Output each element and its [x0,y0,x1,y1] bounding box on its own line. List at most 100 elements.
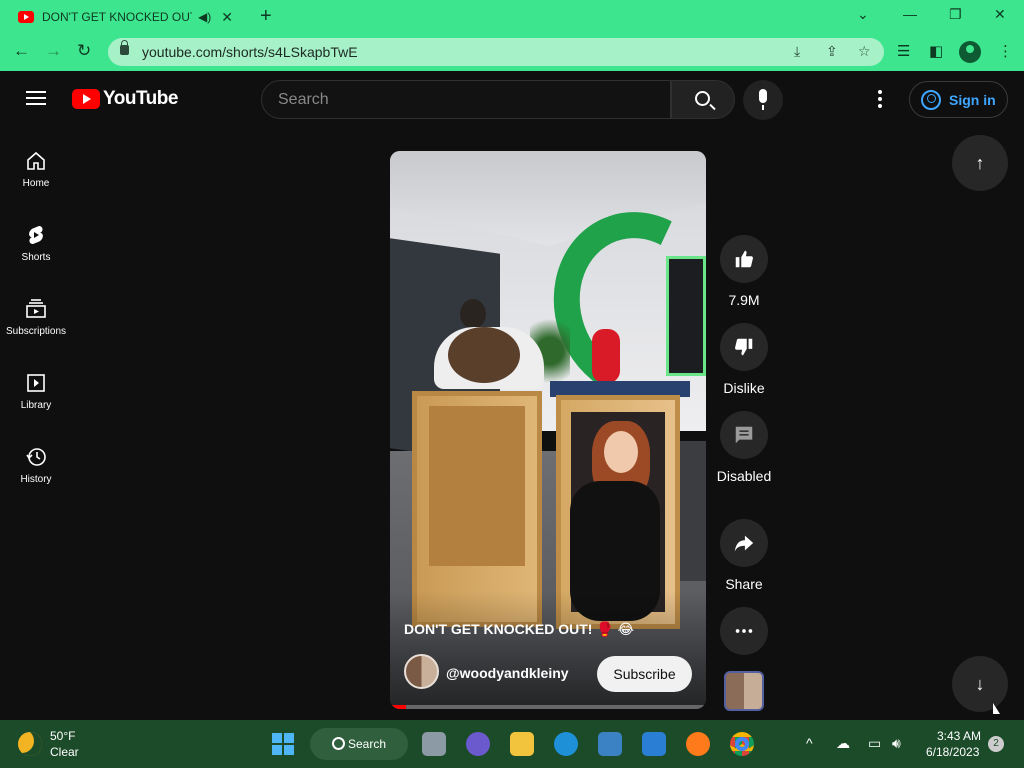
search-button[interactable] [671,80,735,119]
browser-tabstrip: DON'T GET KNOCKED OUT! ◀) ✕ + ⌄ — ❐ ✕ [0,0,1024,34]
dislike-button[interactable]: Dislike [720,323,768,398]
new-tab-icon[interactable]: + [260,5,272,28]
clock-date[interactable]: 6/18/2023 [926,745,979,759]
share-arrow-icon [720,519,768,567]
media-control-icon[interactable]: ☰ [897,42,910,60]
comments-label: Disabled [716,468,772,484]
sidebar-item-home[interactable]: Home [0,149,72,223]
network-icon[interactable]: ▭ [868,735,881,752]
search-input[interactable]: Search [261,80,671,119]
teams-chat-icon[interactable] [466,732,490,756]
shorts-icon [29,226,43,244]
arrow-down-icon: ↓ [975,674,985,694]
mail-icon[interactable] [642,732,666,756]
boxing-glove [592,329,620,383]
side-panel-icon[interactable]: ◧ [929,42,943,60]
hamburger-menu-icon[interactable] [26,91,46,105]
sign-in-label: Sign in [949,91,996,108]
speaker-icon[interactable]: ◀) [198,10,211,24]
video-frame [604,431,638,473]
url-text[interactable]: youtube.com/shorts/s4LSkapbTwE [142,44,358,60]
sidebar-item-history[interactable]: History [0,445,72,519]
address-bar[interactable]: youtube.com/shorts/s4LSkapbTwE ⤓ ⇪ ☆ [108,38,884,66]
youtube-favicon-icon [18,11,34,23]
short-video-player[interactable]: DON'T GET KNOCKED OUT! 🥊 😂 @woodyandklei… [390,151,706,709]
short-title[interactable]: DON'T GET KNOCKED OUT! 🥊 😂 [404,621,634,638]
sidebar-item-subscriptions[interactable]: Subscriptions [0,297,72,371]
share-label: Share [725,576,763,592]
edge-browser-icon[interactable] [554,732,578,756]
taskbar-search-button[interactable]: Search [310,728,408,760]
bookmark-star-icon[interactable]: ☆ [858,43,871,60]
thumbs-down-icon [720,323,768,371]
sound-source-thumbnail[interactable] [724,671,764,711]
moon-weather-icon[interactable] [18,732,42,756]
subscribe-button[interactable]: Subscribe [597,656,692,692]
logo-text: YouTube [103,88,178,109]
arrow-up-icon: ↑ [975,153,985,173]
tab-title: DON'T GET KNOCKED OUT! [42,10,192,24]
progress-fill [390,705,406,709]
firefox-icon[interactable] [686,732,710,756]
settings-menu-icon[interactable] [878,90,882,111]
file-explorer-icon[interactable] [510,732,534,756]
search-placeholder: Search [278,91,329,108]
lock-icon [120,40,129,55]
install-app-icon[interactable]: ⤓ [794,43,800,60]
reload-icon[interactable]: ↻ [77,41,91,61]
close-window-icon[interactable]: ✕ [994,6,1006,23]
weather-temperature[interactable]: 50°F [50,729,75,743]
search-icon [695,91,710,106]
restore-icon[interactable]: ❐ [949,6,962,23]
dislike-label: Dislike [723,380,765,396]
sidebar-item-shorts[interactable]: Shorts [0,223,72,297]
video-frame [460,299,486,329]
sidebar-label: History [20,474,52,485]
chrome-menu-icon[interactable]: ⋮ [998,42,1013,60]
youtube-logo[interactable]: YouTube [72,88,178,110]
volume-icon[interactable]: 🔊︎ [892,735,901,752]
tab-close-icon[interactable]: ✕ [221,9,233,26]
forward-icon[interactable]: → [45,41,62,61]
account-circle-icon [921,89,941,110]
library-icon [27,374,45,392]
back-icon[interactable]: ← [13,41,30,61]
chrome-icon[interactable] [730,732,754,756]
show-hidden-icons-chevron-icon[interactable]: ^ [806,735,813,751]
windows-taskbar: 50°F Clear Search ^ ☁ ▭ 🔊︎ 3:43 AM 6/18/… [0,720,1024,768]
task-view-icon[interactable] [422,732,446,756]
more-actions-button[interactable] [720,607,768,655]
onedrive-offline-icon[interactable]: ☁ [836,735,850,752]
browser-tab[interactable]: DON'T GET KNOCKED OUT! ◀) ✕ [8,0,248,34]
weather-condition[interactable]: Clear [50,745,79,759]
subscriptions-icon [26,299,46,318]
home-icon [27,151,45,170]
comments-button[interactable]: Disabled [717,411,771,486]
video-progress-bar[interactable] [390,705,706,709]
youtube-page: YouTube Search Sign in Home Shorts Subsc… [0,71,1024,720]
mouse-cursor [993,703,1000,714]
voice-search-button[interactable] [743,80,783,120]
notification-badge[interactable]: 2 [988,736,1004,752]
microsoft-store-icon[interactable] [598,732,622,756]
share-button[interactable]: Share [720,519,768,594]
youtube-play-logo-icon [72,89,100,109]
profile-avatar-icon[interactable] [959,41,981,63]
channel-avatar[interactable] [404,654,439,689]
windows-start-icon[interactable] [272,733,294,755]
minimize-icon[interactable]: — [903,6,917,22]
browser-toolbar: ← → ↻ youtube.com/shorts/s4LSkapbTwE ⤓ ⇪… [0,34,1024,71]
thumbs-up-icon [720,235,768,283]
sidebar-item-library[interactable]: Library [0,371,72,445]
share-page-icon[interactable]: ⇪ [826,43,838,60]
sidebar-label: Home [22,178,50,189]
video-frame [666,256,706,376]
tab-search-chevron-icon[interactable]: ⌄ [857,6,869,23]
sign-in-button[interactable]: Sign in [909,81,1008,118]
previous-short-button[interactable]: ↑ [952,135,1008,191]
channel-name[interactable]: @woodyandkleiny [446,665,569,681]
like-button[interactable]: 7.9M [720,235,768,310]
sidebar-label: Subscriptions [5,326,67,337]
more-horizontal-icon [720,607,768,655]
clock-time[interactable]: 3:43 AM [937,729,981,743]
